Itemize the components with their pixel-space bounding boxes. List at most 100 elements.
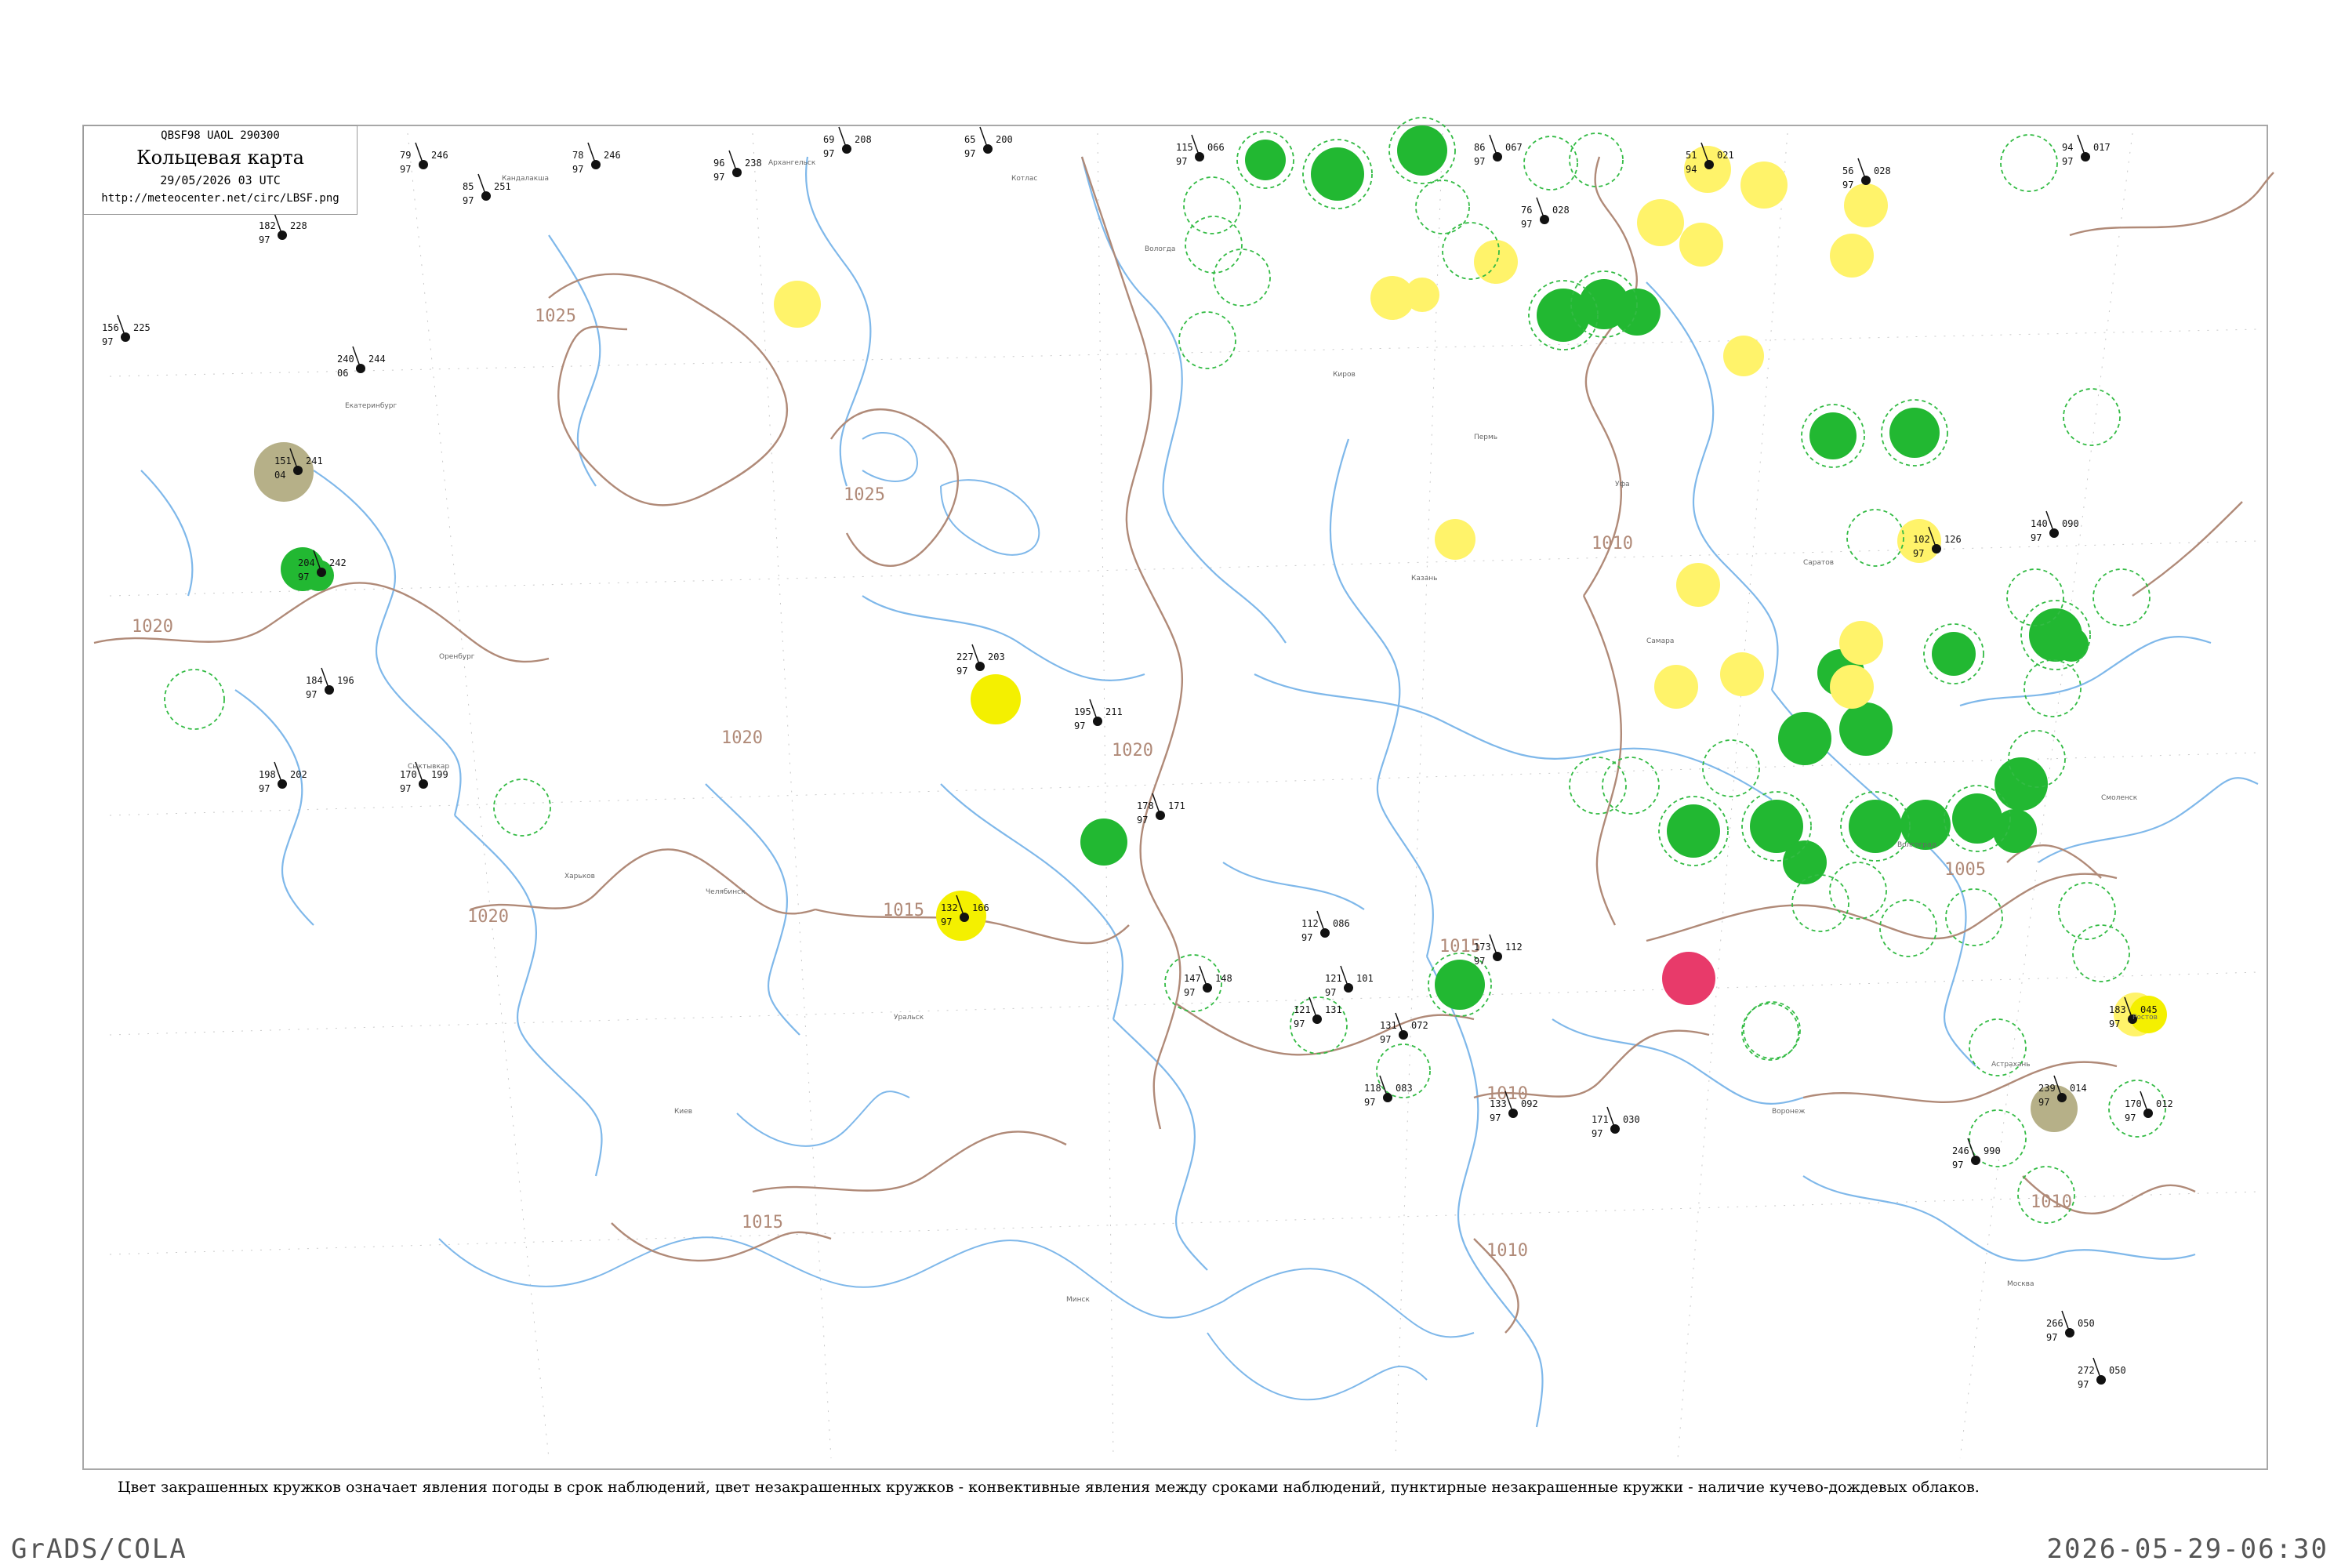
fog-circle — [1740, 162, 1788, 209]
rain-circle — [1245, 140, 1286, 180]
station-dewpoint: 97 — [2078, 1379, 2089, 1390]
station-temp: 266 — [2046, 1318, 2063, 1329]
station-temp: 133 — [1490, 1098, 1507, 1109]
station-temp: 112 — [1301, 918, 1319, 929]
station-name: Ростов — [2132, 1014, 2158, 1022]
rain-circle — [1397, 125, 1447, 176]
fog-circle — [1405, 278, 1439, 312]
station-name: Оренбург — [439, 653, 475, 661]
station-pressure: 028 — [1874, 165, 1891, 176]
isobar-label: 1015 — [742, 1213, 783, 1232]
station-name: Пермь — [1474, 434, 1497, 441]
station-dewpoint: 97 — [463, 195, 474, 206]
rain-circle — [1993, 809, 2037, 853]
station-dewpoint: 97 — [1474, 956, 1485, 967]
station-dewpoint: 97 — [2125, 1112, 2136, 1123]
station-temp: 85 — [463, 181, 474, 192]
station-dewpoint: 97 — [1364, 1097, 1375, 1108]
station-name: Кандалакша — [502, 175, 549, 183]
station-temp: 170 — [400, 769, 417, 780]
station-dewpoint: 97 — [1074, 720, 1085, 731]
station-temp: 227 — [956, 652, 974, 662]
station-dewpoint: 97 — [259, 234, 270, 245]
station-temp: 173 — [1474, 942, 1491, 953]
storm-circle — [971, 674, 1021, 724]
station-name: Архангельск — [768, 159, 816, 167]
station-pressure: 083 — [1396, 1083, 1413, 1094]
rain-circle — [1667, 804, 1720, 858]
map-title: Кольцевая карта — [136, 147, 304, 169]
station-temp: 246 — [1952, 1145, 1969, 1156]
station-dewpoint: 97 — [306, 689, 317, 700]
station-pressure: 028 — [1552, 205, 1570, 216]
station-pressure: 244 — [368, 354, 386, 365]
station-temp: 151 — [274, 456, 292, 466]
station-name: Самара — [1646, 637, 1674, 645]
station-name: Уральск — [894, 1014, 924, 1022]
isobar-label: 1020 — [721, 728, 763, 748]
map-title-box: QBSF98 UAOL 290300 Кольцевая карта 29/05… — [83, 125, 358, 215]
fog-circle — [1654, 665, 1698, 709]
station-name: Уфа — [1615, 481, 1630, 488]
station-pressure: 238 — [745, 158, 762, 169]
station-temp: 239 — [2038, 1083, 2056, 1094]
station-temp: 240 — [337, 354, 354, 365]
station-temp: 121 — [1325, 973, 1342, 984]
station-pressure: 246 — [604, 150, 621, 161]
station-pressure: 066 — [1207, 142, 1225, 153]
station-pressure: 203 — [988, 652, 1005, 662]
station-name: Смоленск — [2101, 794, 2138, 802]
station-name: Харьков — [564, 873, 595, 880]
station-temp: 131 — [1380, 1020, 1397, 1031]
rain-circle — [1435, 960, 1485, 1010]
isobar-label: 1010 — [1486, 1241, 1528, 1261]
station-dewpoint: 97 — [102, 336, 113, 347]
station-temp: 195 — [1074, 706, 1091, 717]
isobar-label: 1020 — [467, 907, 509, 927]
fog-circle — [1723, 336, 1764, 376]
map-frame — [82, 125, 2268, 1470]
isobar-label: 1005 — [1944, 860, 1986, 880]
station-pressure: 211 — [1105, 706, 1123, 717]
fog-circle — [1830, 665, 1874, 709]
station-name: Екатеринбург — [345, 402, 397, 410]
station-pressure: 050 — [2109, 1365, 2126, 1376]
station-dewpoint: 97 — [1325, 987, 1336, 998]
station-pressure: 208 — [855, 134, 872, 145]
station-pressure: 112 — [1505, 942, 1523, 953]
station-dewpoint: 97 — [1301, 932, 1312, 943]
station-dewpoint: 97 — [956, 666, 967, 677]
station-pressure: 092 — [1521, 1098, 1538, 1109]
fog-circle — [1637, 199, 1684, 246]
bulletin-code: QBSF98 UAOL 290300 — [161, 129, 280, 142]
station-dewpoint: 97 — [713, 172, 724, 183]
station-pressure: 131 — [1325, 1004, 1342, 1015]
station-temp: 94 — [2062, 142, 2073, 153]
rain-circle — [1932, 632, 1976, 676]
fog-circle — [1830, 234, 1874, 278]
station-pressure: 021 — [1717, 150, 1734, 161]
station-temp: 140 — [2031, 518, 2048, 529]
station-temp: 204 — [298, 557, 315, 568]
station-temp: 76 — [1521, 205, 1532, 216]
station-dewpoint: 97 — [964, 148, 975, 159]
station-temp: 170 — [2125, 1098, 2142, 1109]
station-temp: 65 — [964, 134, 975, 145]
station-dewpoint: 97 — [572, 164, 583, 175]
isobar-label: 1025 — [844, 485, 885, 505]
map-url[interactable]: http://meteocenter.net/circ/LBSF.png — [84, 192, 357, 205]
station-name: Минск — [1066, 1296, 1090, 1304]
thunder-circle — [1662, 952, 1715, 1005]
station-name: Воронеж — [1772, 1108, 1805, 1116]
station-temp: 272 — [2078, 1365, 2095, 1376]
station-pressure: 202 — [290, 769, 307, 780]
station-dewpoint: 97 — [1474, 156, 1485, 167]
render-timestamp: 2026-05-29-06:30 — [2046, 1534, 2328, 1565]
station-temp: 115 — [1176, 142, 1193, 153]
station-dewpoint: 97 — [1490, 1112, 1501, 1123]
map-time: 29/05/2026 03 UTC — [160, 173, 281, 187]
station-pressure: 196 — [337, 675, 354, 686]
station-temp: 78 — [572, 150, 583, 161]
station-dewpoint: 06 — [337, 368, 348, 379]
station-name: Волгоград — [1897, 841, 1936, 849]
